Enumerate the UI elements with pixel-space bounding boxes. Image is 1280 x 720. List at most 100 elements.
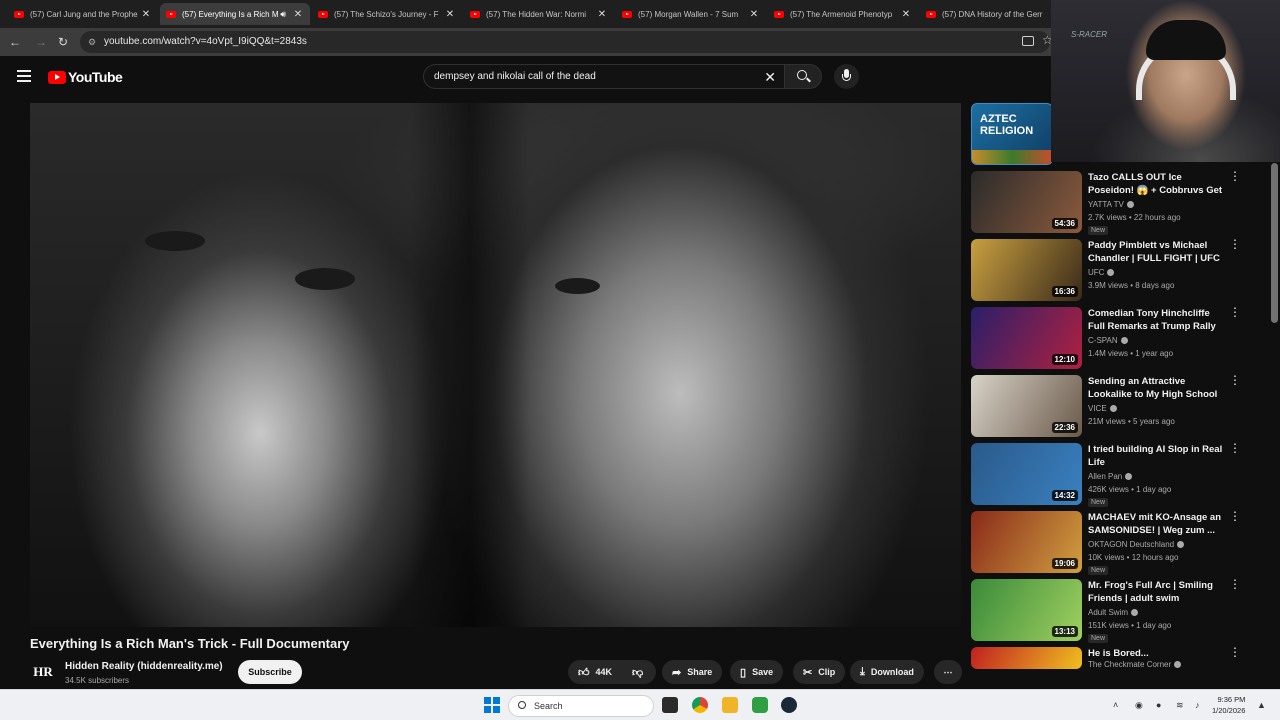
search-button[interactable] [784, 64, 822, 89]
volume-icon[interactable]: ♪ [1195, 700, 1200, 710]
recommended-video[interactable]: 19:06 MACHAEV mit KO-Ansage an SAMSONIDSE… [971, 510, 1241, 575]
recommended-title[interactable]: Comedian Tony Hinchcliffe Full Remarks a… [1088, 307, 1224, 334]
close-tab-icon[interactable]: ✕ [444, 9, 456, 20]
recommended-video[interactable]: 16:36 Paddy Pimblett vs Michael Chandler … [971, 238, 1241, 303]
more-vertical-icon[interactable]: ⋮ [1229, 170, 1241, 182]
recommended-channel[interactable]: VICE [1088, 404, 1117, 413]
reload-icon[interactable]: ↻ [55, 34, 71, 50]
back-icon[interactable]: ← [7, 34, 23, 50]
recommended-channel[interactable]: UFC [1088, 268, 1115, 277]
recommended-video[interactable]: 13:13 Mr. Frog's Full Arc | Smiling Frien… [971, 578, 1241, 643]
recommended-title[interactable]: Mr. Frog's Full Arc | Smiling Friends | … [1088, 579, 1224, 605]
recommended-video[interactable]: 12:10 Comedian Tony Hinchcliffe Full Rema… [971, 306, 1241, 371]
wifi-icon[interactable]: ≋ [1176, 700, 1184, 711]
video-thumbnail[interactable]: 54:36 [971, 171, 1082, 233]
recommended-video[interactable]: 14:32 I tried building AI Slop in Real Li… [971, 442, 1241, 507]
recommended-video[interactable]: 22:36 Sending an Attractive Lookalike to … [971, 374, 1241, 439]
recommended-channel[interactable]: The Checkmate Corner [1088, 660, 1182, 669]
more-vertical-icon[interactable]: ⋮ [1229, 306, 1241, 318]
chrome-icon[interactable] [692, 697, 708, 713]
app-icon[interactable] [752, 697, 768, 713]
system-clock[interactable]: 9:36 PM 1/20/2026 [1212, 694, 1245, 716]
verified-icon [1107, 269, 1115, 277]
save-button[interactable]: ▯ Save [730, 660, 784, 684]
more-vertical-icon[interactable]: ⋮ [1229, 510, 1241, 522]
speaker-icon[interactable]: 🔊︎ [280, 9, 286, 20]
browser-tab[interactable]: (57) The Schizo's Journey - F ✕ [312, 3, 462, 25]
more-vertical-icon[interactable]: ⋮ [1229, 238, 1241, 250]
video-thumbnail[interactable]: 19:06 [971, 511, 1082, 573]
recommended-title[interactable]: MACHAEV mit KO-Ansage an SAMSONIDSE! | W… [1088, 511, 1224, 537]
video-thumbnail[interactable]: 22:36 [971, 375, 1082, 437]
close-tab-icon[interactable]: ✕ [140, 9, 152, 20]
recommended-title[interactable]: Sending an Attractive Lookalike to My Hi… [1088, 375, 1224, 402]
tray-overflow-icon[interactable]: ˄ [1113, 700, 1118, 710]
channel-text: OKTAGON Deutschland [1088, 540, 1175, 549]
subscribe-button[interactable]: Subscribe [238, 660, 302, 684]
steam-icon[interactable] [781, 697, 797, 713]
taskbar-search[interactable]: Search [508, 695, 654, 717]
video-duration: 19:06 [1051, 558, 1078, 569]
browser-tab[interactable]: (57) The Armenoid Phenotyp ✕ [768, 3, 918, 25]
task-view-icon[interactable] [662, 697, 678, 713]
recommended-channel[interactable]: C-SPAN [1088, 336, 1128, 345]
like-count[interactable]: 44K [596, 667, 613, 677]
close-tab-icon[interactable]: ✕ [596, 9, 608, 20]
video-thumbnail[interactable]: 13:13 [971, 579, 1082, 641]
clear-search-icon[interactable]: ✕ [764, 69, 776, 86]
video-thumbnail[interactable]: 16:36 [971, 239, 1082, 301]
recommended-title[interactable]: Paddy Pimblett vs Michael Chandler | FUL… [1088, 239, 1224, 266]
browser-tab[interactable]: (57) The Hidden War: Normi ✕ [464, 3, 614, 25]
notification-bell-icon[interactable]: ▲ [1257, 700, 1266, 710]
promoted-thumbnail[interactable]: AZTEC RELIGION [971, 103, 1053, 165]
verified-icon [1109, 405, 1117, 413]
forward-icon[interactable]: → [33, 34, 49, 50]
more-vertical-icon[interactable]: ⋮ [1229, 578, 1241, 590]
close-tab-icon[interactable]: ✕ [292, 9, 304, 20]
video-thumbnail[interactable]: 14:32 [971, 443, 1082, 505]
video-thumbnail[interactable]: 12:10 [971, 307, 1082, 369]
thumbs-up-icon[interactable]: 👍︎ [578, 666, 590, 679]
more-vertical-icon[interactable]: ⋮ [1229, 374, 1241, 386]
tray-mic-icon[interactable]: ● [1156, 700, 1161, 710]
browser-tab[interactable]: (57) Carl Jung and the Prophe ✕ [8, 3, 158, 25]
channel-name[interactable]: Hidden Reality (hiddenreality.me) [65, 661, 223, 672]
cast-icon[interactable] [1022, 36, 1034, 46]
url-omnibox[interactable]: ⚙ youtube.com/watch?v=4oVpt_I9iQQ&t=2843… [80, 31, 1050, 53]
page-scrollbar[interactable] [1271, 163, 1278, 323]
thumbs-down-icon[interactable]: 👎︎ [632, 666, 643, 679]
browser-tab[interactable]: (57) Everything Is a Rich M 🔊︎ ✕ [160, 3, 310, 25]
recommended-channel[interactable]: YATTA TV [1088, 200, 1134, 209]
tray-app-icon[interactable]: ◉ [1135, 700, 1143, 711]
hamburger-menu-icon[interactable] [17, 70, 31, 82]
recommended-video[interactable]: 54:36 Tazo CALLS OUT Ice Poseidon! 😱 + Co… [971, 170, 1241, 235]
taskbar-search-placeholder: Search [534, 701, 563, 711]
share-button[interactable]: ➦ Share [662, 660, 723, 684]
more-vertical-icon[interactable]: ⋮ [1229, 646, 1241, 658]
windows-start-icon[interactable] [484, 697, 500, 713]
more-vertical-icon[interactable]: ⋮ [1229, 442, 1241, 454]
recommended-title[interactable]: I tried building AI Slop in Real Life [1088, 443, 1224, 469]
recommended-channel[interactable]: Adult Swim [1088, 608, 1139, 617]
download-button[interactable]: ⤓ Download [850, 660, 924, 684]
tab-title: (57) Everything Is a Rich M [182, 9, 279, 19]
video-player[interactable] [30, 103, 961, 627]
site-info-icon[interactable]: ⚙ [88, 37, 96, 48]
youtube-logo[interactable]: YouTube [48, 69, 123, 85]
search-input[interactable]: dempsey and nikolai call of the dead ✕ [423, 64, 784, 89]
file-explorer-icon[interactable] [722, 697, 738, 713]
recommended-title[interactable]: Tazo CALLS OUT Ice Poseidon! 😱 + Cobbruv… [1088, 171, 1224, 198]
more-actions-button[interactable]: ⋯ [934, 660, 962, 684]
recommended-meta: 21M views • 5 years ago [1088, 417, 1175, 426]
channel-avatar[interactable]: HR [30, 659, 56, 685]
close-tab-icon[interactable]: ✕ [900, 9, 912, 20]
close-tab-icon[interactable]: ✕ [748, 9, 760, 20]
voice-search-button[interactable] [834, 64, 859, 89]
browser-tab[interactable]: (57) Morgan Wallen - 7 Sum ✕ [616, 3, 766, 25]
clip-button[interactable]: ✂ Clip [793, 660, 846, 684]
recommended-channel[interactable]: Allen Pan [1088, 472, 1133, 481]
video-thumbnail[interactable] [971, 647, 1082, 669]
recommended-title[interactable]: He is Bored... [1088, 647, 1224, 660]
recommended-channel[interactable]: OKTAGON Deutschland [1088, 540, 1185, 549]
browser-tab[interactable]: (57) DNA History of the Gerr✕ [920, 3, 1070, 25]
